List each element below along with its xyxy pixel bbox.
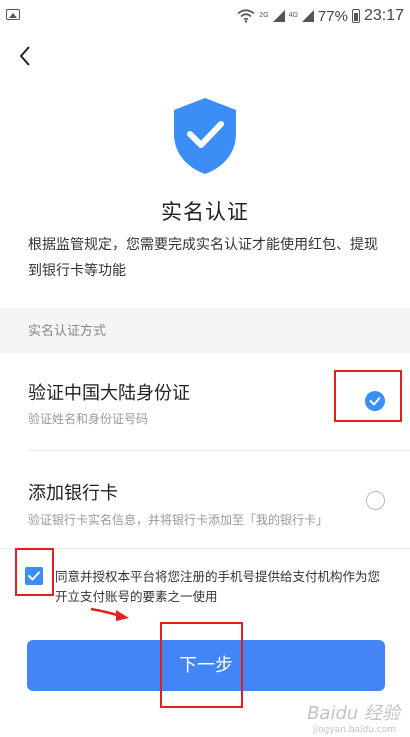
check-icon <box>28 571 40 581</box>
divider <box>0 548 410 549</box>
agreement-checkbox[interactable] <box>25 567 43 585</box>
signal-icon-2 <box>301 10 314 22</box>
agreement-text[interactable]: 同意并授权本平台将您注册的手机号提供给支付机构作为您开立支付账号的要素之一使用 <box>55 567 385 607</box>
option-subtitle: 验证银行卡实名信息，并将银行卡添加至「我的银行卡」 <box>28 513 329 527</box>
option-id-card-radio[interactable] <box>365 391 385 411</box>
network-4g-label: 4G <box>288 12 298 19</box>
option-bank-card[interactable]: 添加银行卡 验证银行卡实名信息，并将银行卡添加至「我的银行卡」 <box>0 451 410 548</box>
watermark-logo: Baidu 经验 <box>307 703 400 724</box>
section-label: 实名认证方式 <box>28 324 107 339</box>
wifi-icon <box>237 9 255 23</box>
clock: 23:17 <box>363 7 404 24</box>
option-title: 验证中国大陆身份证 <box>28 383 190 404</box>
gallery-notification-icon <box>6 9 20 20</box>
back-arrow-icon[interactable] <box>14 42 38 70</box>
shield-check-icon <box>174 98 236 174</box>
option-subtitle: 验证姓名和身份证号码 <box>28 412 149 426</box>
battery-icon <box>351 9 360 23</box>
page-title: 实名认证 <box>161 200 249 224</box>
next-button[interactable]: 下一步 <box>27 640 385 691</box>
watermark-url: jingyan.baidu.com <box>312 725 396 735</box>
check-icon <box>369 397 381 406</box>
battery-percent: 77% <box>317 7 348 25</box>
option-title: 添加银行卡 <box>28 483 118 504</box>
option-bank-card-radio[interactable] <box>366 491 385 510</box>
option-id-card[interactable]: 验证中国大陆身份证 验证姓名和身份证号码 <box>0 353 410 450</box>
network-2g-label: 2G <box>259 12 269 19</box>
page-description: 根据监管规定，您需要完成实名认证才能使用红包、提现到银行卡等功能 <box>28 237 378 279</box>
status-bar: 2G 4G 77% 23:17 <box>0 0 410 34</box>
signal-icon <box>272 10 285 22</box>
annotation-arrow-icon <box>90 607 129 621</box>
